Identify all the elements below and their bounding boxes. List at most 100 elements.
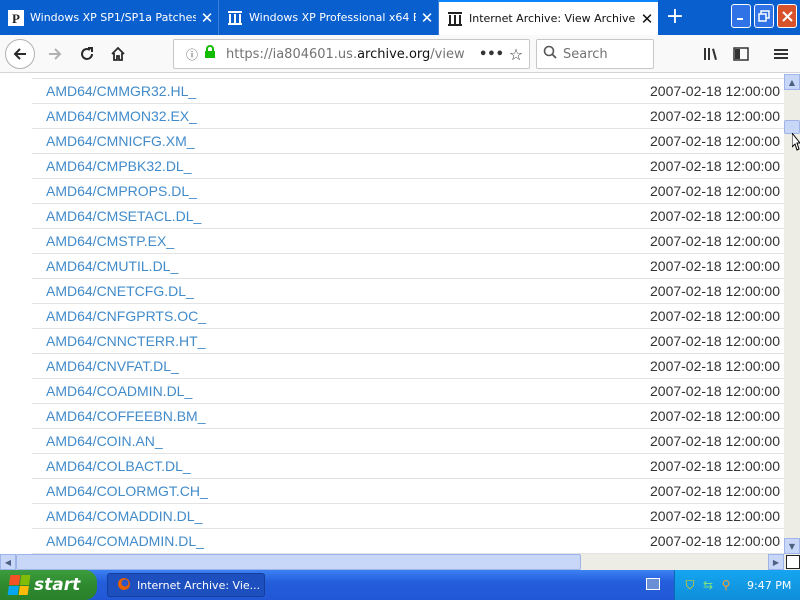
- scroll-left-arrow-icon[interactable]: ◀: [0, 554, 16, 570]
- scroll-right-arrow-icon[interactable]: ▶: [768, 554, 784, 570]
- library-icon[interactable]: [697, 39, 725, 69]
- file-link[interactable]: AMD64/COMADDIN.DL_: [46, 508, 202, 524]
- file-date: 2007-02-18 12:00:00: [650, 108, 780, 124]
- window-close-button[interactable]: [777, 4, 797, 28]
- tab-title: Windows XP SP1/SP1a Patches -: [30, 11, 196, 24]
- url-suffix: /view: [430, 46, 465, 62]
- search-placeholder: Search: [563, 46, 608, 62]
- table-row: AMD64/CMSETACL.DL_ 2007-02-18 12:00:00: [32, 204, 784, 229]
- page-actions-icon[interactable]: •••: [479, 47, 504, 62]
- file-link[interactable]: AMD64/CNETCFG.DL_: [46, 283, 194, 299]
- taskbar-item-firefox[interactable]: Internet Archive: Vie...: [107, 573, 265, 597]
- address-bar[interactable]: ⓘ https://ia804601.us.archive.org/view •…: [173, 39, 530, 69]
- file-link[interactable]: AMD64/CMSETACL.DL_: [46, 208, 201, 224]
- search-icon[interactable]: ⚲: [717, 578, 735, 592]
- file-date: 2007-02-18 12:00:00: [650, 133, 780, 149]
- horizontal-scrollbar[interactable]: ◀ ▶: [0, 554, 784, 570]
- reload-button[interactable]: [72, 39, 102, 69]
- scroll-up-arrow-icon[interactable]: ▲: [784, 74, 800, 90]
- table-row: AMD64/COMADDIN.DL_ 2007-02-18 12:00:00: [32, 504, 784, 529]
- file-link[interactable]: AMD64/CMPBK32.DL_: [46, 158, 192, 174]
- table-row: AMD64/CNETCFG.DL_ 2007-02-18 12:00:00: [32, 279, 784, 304]
- taskbar-item-label: Internet Archive: Vie...: [137, 578, 261, 592]
- vertical-scroll-thumb[interactable]: [784, 120, 800, 134]
- file-link[interactable]: AMD64/CMMON32.EX_: [46, 108, 197, 124]
- tab-internet-archive-view-archive[interactable]: Internet Archive: View Archive ✕: [439, 0, 658, 35]
- file-link[interactable]: AMD64/COFFEEBN.BM_: [46, 408, 205, 424]
- table-row: AMD64/CMUTIL.DL_ 2007-02-18 12:00:00: [32, 254, 784, 279]
- file-link[interactable]: AMD64/COLORMGT.CH_: [46, 483, 208, 499]
- file-link[interactable]: AMD64/CNVFAT.DL_: [46, 358, 179, 374]
- archive-icon: [227, 10, 243, 26]
- table-row: AMD64/CMMGR32.HL_ 2007-02-18 12:00:00: [32, 79, 784, 104]
- search-icon: [537, 45, 563, 63]
- search-box[interactable]: Search: [536, 39, 654, 69]
- file-date: 2007-02-18 12:00:00: [650, 283, 780, 299]
- back-button[interactable]: [5, 39, 35, 69]
- restore-button[interactable]: [754, 4, 774, 28]
- close-icon[interactable]: ✕: [196, 9, 218, 27]
- file-link[interactable]: AMD64/CNFGPRTS.OC_: [46, 308, 206, 324]
- file-link[interactable]: AMD64/CNNCTERR.HT_: [46, 333, 205, 349]
- keyboard-icon[interactable]: [646, 578, 660, 590]
- forward-button[interactable]: [40, 39, 70, 69]
- file-listing: AMD64/CMMGR32.HL_ 2007-02-18 12:00:00 AMD6…: [0, 74, 784, 554]
- file-link[interactable]: AMD64/CMMGR32.HL_: [46, 83, 196, 99]
- url-text[interactable]: https://ia804601.us.archive.org/view: [226, 47, 479, 62]
- file-date: 2007-02-18 12:00:00: [650, 383, 780, 399]
- start-button[interactable]: start: [0, 570, 97, 600]
- resize-box: [786, 555, 800, 569]
- start-label: start: [34, 575, 81, 595]
- tab-windows-xp-professional-x64[interactable]: Windows XP Professional x64 Edi ✕: [219, 0, 439, 35]
- file-link[interactable]: AMD64/COADMIN.DL_: [46, 383, 192, 399]
- file-link[interactable]: AMD64/CMUTIL.DL_: [46, 258, 178, 274]
- system-tray: ⛉ ⇆ ⚲ 9:47 PM: [674, 570, 800, 600]
- table-row: AMD64/CMPBK32.DL_ 2007-02-18 12:00:00: [32, 154, 784, 179]
- tab-strip: P Windows XP SP1/SP1a Patches - ✕ Window…: [0, 0, 800, 35]
- table-row: AMD64/CNNCTERR.HT_ 2007-02-18 12:00:00: [32, 329, 784, 354]
- close-icon[interactable]: ✕: [416, 9, 438, 27]
- scrollbar-corner: [784, 554, 800, 570]
- url-domain: archive.org: [357, 46, 431, 62]
- minimize-button[interactable]: [731, 4, 751, 28]
- hamburger-menu-icon[interactable]: [767, 39, 795, 69]
- svg-text:P: P: [12, 11, 20, 26]
- tab-title: Windows XP Professional x64 Edi: [249, 11, 416, 24]
- file-link[interactable]: AMD64/CMPROPS.DL_: [46, 183, 197, 199]
- file-date: 2007-02-18 12:00:00: [650, 183, 780, 199]
- horizontal-scroll-thumb[interactable]: [16, 554, 581, 570]
- file-link[interactable]: AMD64/CMSTP.EX_: [46, 233, 174, 249]
- table-row: AMD64/COLBACT.DL_ 2007-02-18 12:00:00: [32, 454, 784, 479]
- file-date: 2007-02-18 12:00:00: [650, 483, 780, 499]
- p-site-icon: P: [8, 9, 24, 26]
- file-date: 2007-02-18 12:00:00: [650, 533, 780, 549]
- table-row: AMD64/COFFEEBN.BM_ 2007-02-18 12:00:00: [32, 404, 784, 429]
- scroll-down-arrow-icon[interactable]: ▼: [784, 538, 800, 554]
- table-row: AMD64/COLORMGT.CH_ 2007-02-18 12:00:00: [32, 479, 784, 504]
- table-row: AMD64/CMSTP.EX_ 2007-02-18 12:00:00: [32, 229, 784, 254]
- tab-windows-xp-sp1-patches[interactable]: P Windows XP SP1/SP1a Patches - ✕: [0, 0, 219, 35]
- file-link[interactable]: AMD64/COLBACT.DL_: [46, 458, 191, 474]
- file-date: 2007-02-18 12:00:00: [650, 458, 780, 474]
- clock: 9:47 PM: [747, 578, 792, 592]
- home-icon: [111, 46, 125, 61]
- table-row: AMD64/COMADMIN.DL_ 2007-02-18 12:00:00: [32, 529, 784, 554]
- reload-icon: [81, 47, 93, 60]
- new-tab-button[interactable]: +: [660, 0, 690, 35]
- shield-icon[interactable]: ⛉: [681, 578, 699, 593]
- lock-icon[interactable]: [204, 45, 222, 63]
- close-icon[interactable]: ✕: [636, 10, 658, 28]
- table-row: AMD64/COADMIN.DL_ 2007-02-18 12:00:00: [32, 379, 784, 404]
- file-link[interactable]: AMD64/CMNICFG.XM_: [46, 133, 195, 149]
- home-button[interactable]: [103, 39, 133, 69]
- file-date: 2007-02-18 12:00:00: [650, 433, 780, 449]
- windows-logo-icon: [7, 575, 31, 595]
- file-date: 2007-02-18 12:00:00: [650, 258, 780, 274]
- minimize-icon: [737, 18, 743, 20]
- sidebar-icon[interactable]: [727, 39, 755, 69]
- file-link[interactable]: AMD64/COIN.AN_: [46, 433, 163, 449]
- file-link[interactable]: AMD64/COMADMIN.DL_: [46, 533, 204, 549]
- bookmark-star-icon[interactable]: ☆: [503, 45, 529, 64]
- network-icon[interactable]: ⇆: [699, 578, 717, 592]
- info-icon[interactable]: ⓘ: [182, 46, 202, 63]
